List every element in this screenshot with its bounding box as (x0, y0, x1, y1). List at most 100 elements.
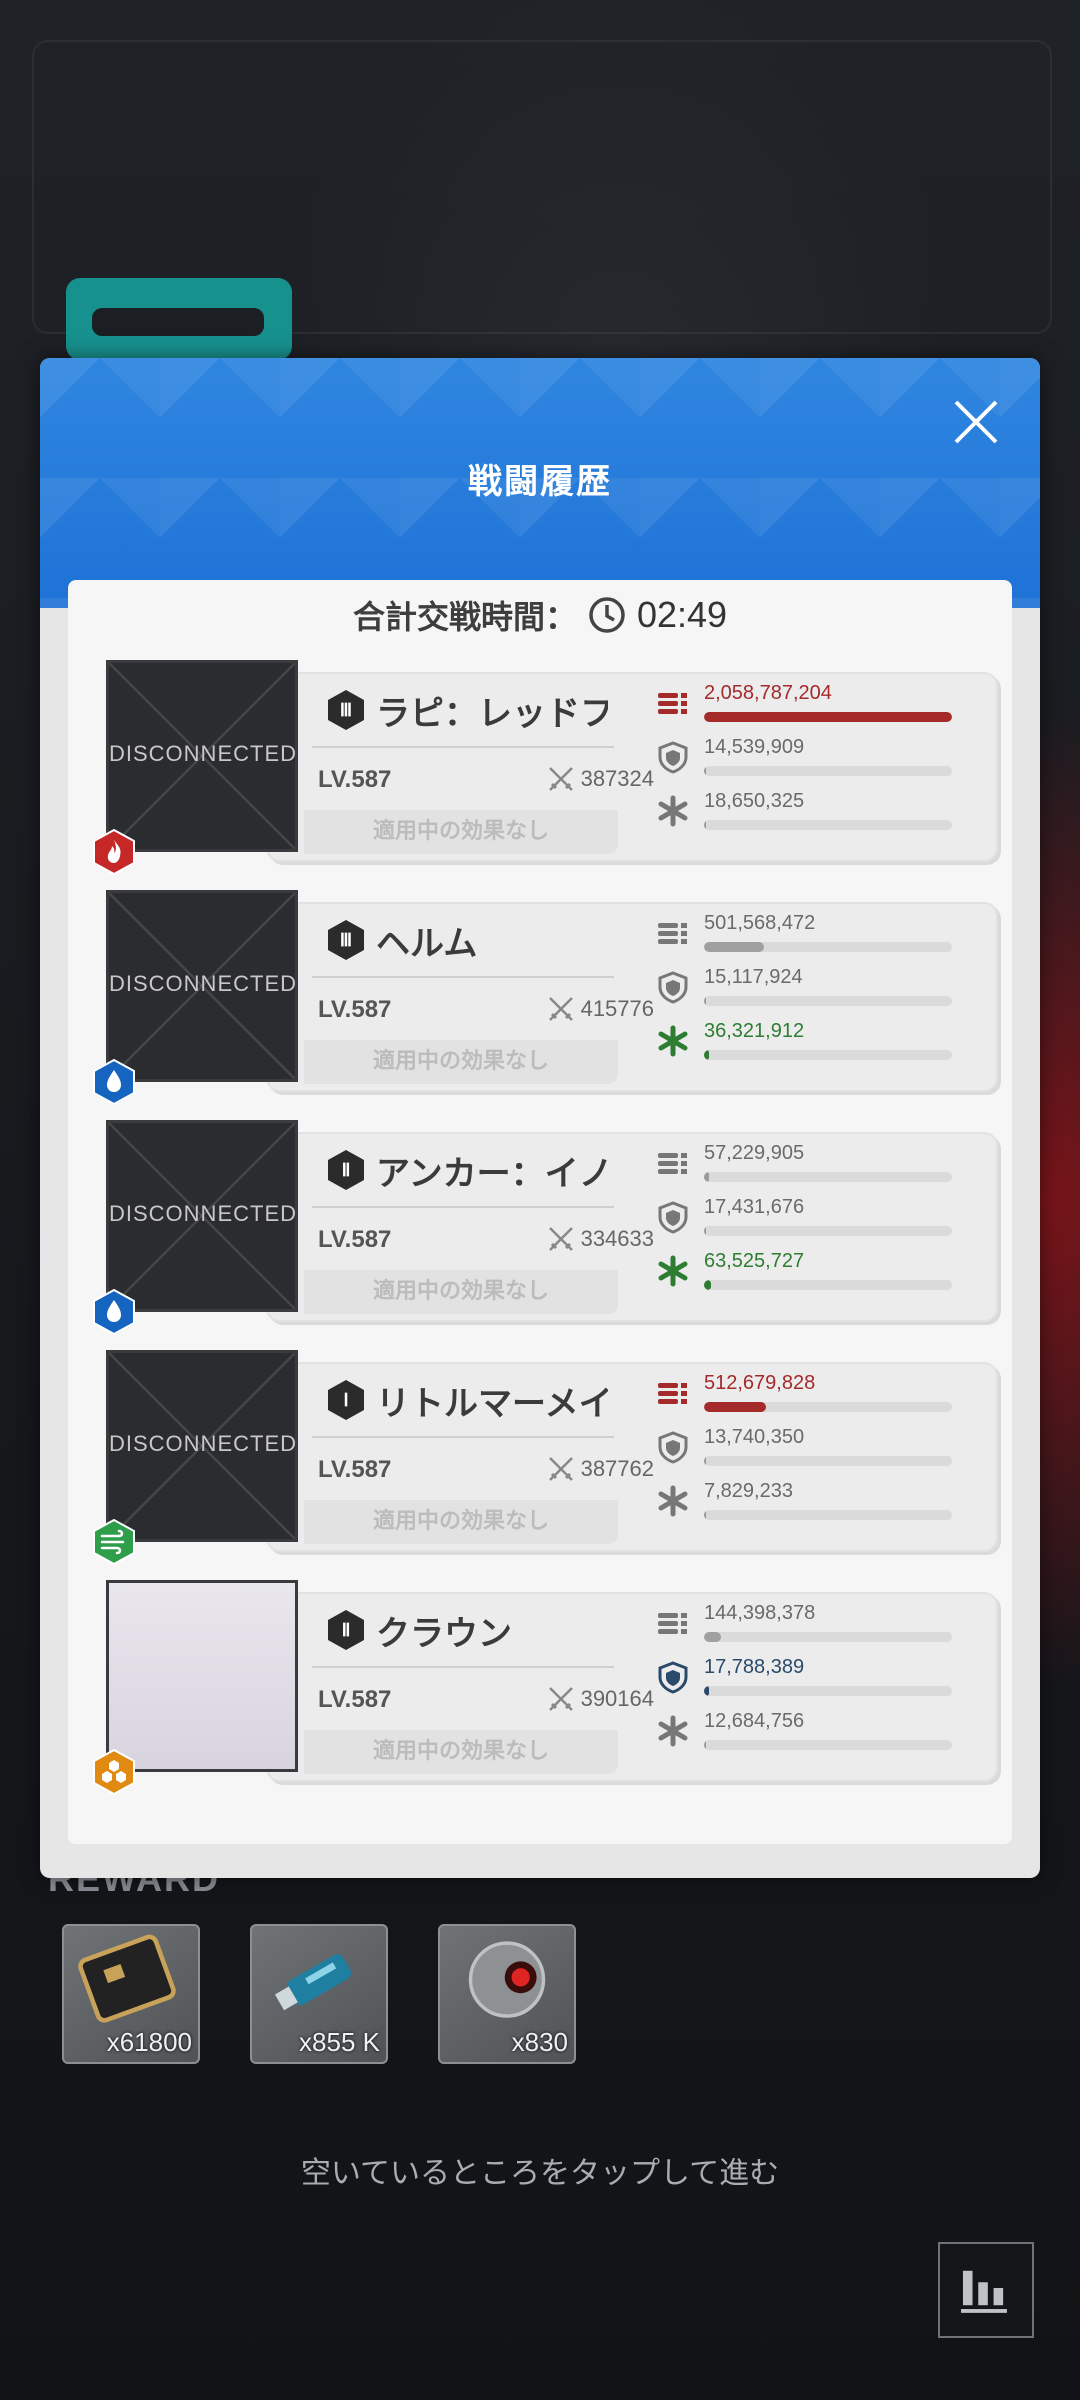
fire-element-icon (93, 828, 135, 876)
shield-icon (658, 1431, 688, 1464)
healing-bar (704, 1510, 952, 1520)
combat-power: 387324 (580, 766, 654, 791)
healing-stat: 18,650,325 (656, 790, 986, 836)
damage-stat: 512,679,828 (656, 1372, 986, 1418)
asterisk-icon (658, 1715, 688, 1747)
character-row-1[interactable]: DISCONNECTED Ⅲ ラピ：レッドフ LV.587 387324 適用中… (93, 660, 1002, 876)
usb-drive-icon (274, 1954, 351, 2011)
combat-power: 415776 (580, 996, 654, 1021)
damage-value: 512,679,828 (704, 1372, 816, 1394)
asterisk-icon (658, 1025, 688, 1057)
crossed-swords-icon (549, 1227, 573, 1251)
healing-value: 63,525,727 (704, 1250, 805, 1272)
reward-list: x61800 x855 K x830 (62, 1924, 576, 2064)
damage-stat: 144,398,378 (656, 1602, 986, 1648)
crossed-swords-icon (549, 767, 573, 791)
shield-icon (658, 741, 688, 774)
name-divider (312, 746, 614, 748)
healing-bar (704, 820, 952, 830)
effect-status: 適用中の効果なし (304, 1040, 618, 1084)
damage-value: 57,229,905 (704, 1142, 805, 1164)
burst-icon: Ⅲ (324, 918, 368, 962)
character-portrait (106, 1580, 298, 1772)
burst-icon: Ⅲ (324, 688, 368, 732)
effect-status: 適用中の効果なし (304, 1500, 618, 1544)
combat-power: 334633 (580, 1226, 654, 1251)
modal-header: 戦闘履歴 (40, 358, 1040, 608)
character-row-5[interactable]: Ⅱ クラウン LV.587 390164 適用中の効果なし 144,398,37… (93, 1580, 1002, 1796)
character-row-4[interactable]: DISCONNECTED Ⅰ リトルマーメイ LV.587 387762 適用中… (93, 1350, 1002, 1566)
character-level: LV.587 (318, 1226, 392, 1253)
character-level: LV.587 (318, 1686, 392, 1713)
damage-value: 501,568,472 (704, 912, 816, 934)
water-element-icon (93, 1058, 135, 1106)
reward-item-credit[interactable]: x61800 (62, 1924, 200, 2064)
character-level: LV.587 (318, 996, 392, 1023)
character-name: アンカー：イノ (376, 1154, 608, 1194)
healing-stat: 63,525,727 (656, 1250, 986, 1296)
stats-button[interactable] (938, 2242, 1034, 2338)
effect-status: 適用中の効果なし (304, 1730, 618, 1774)
close-icon[interactable] (948, 394, 1004, 450)
healing-stat: 7,829,233 (656, 1480, 986, 1526)
healing-bar (704, 1280, 952, 1290)
character-row-2[interactable]: DISCONNECTED Ⅲ ヘルム LV.587 415776 適用中の効果な… (93, 890, 1002, 1106)
battle-history-modal: 戦闘履歴 合計交戦時間： 02:49 DISCONNECTED Ⅲ ラピ：レッド… (40, 358, 1040, 1878)
bar-chart-icon (961, 2270, 1007, 2313)
tap-to-continue-hint[interactable]: 空いているところをタップして進む (0, 2148, 1080, 2192)
total-time-value: 02:49 (636, 594, 728, 635)
character-row-3[interactable]: DISCONNECTED Ⅱ アンカー：イノ LV.587 334633 適用中… (93, 1120, 1002, 1336)
asterisk-icon (658, 1485, 688, 1517)
total-time-label: 合計交戦時間： (352, 598, 577, 636)
damage-stat: 2,058,787,204 (656, 682, 986, 728)
burst-icon: Ⅱ (324, 1608, 368, 1652)
damage-taken-bar (704, 1226, 952, 1236)
damage-taken-value: 13,740,350 (704, 1426, 805, 1448)
healing-stat: 12,684,756 (656, 1710, 986, 1756)
character-portrait: DISCONNECTED (106, 1350, 298, 1542)
character-name: リトルマーメイ (376, 1384, 608, 1424)
character-level: LV.587 (318, 1456, 392, 1483)
burst-icon: Ⅰ (324, 1378, 368, 1422)
character-portrait: DISCONNECTED (106, 1120, 298, 1312)
healing-bar (704, 1050, 952, 1060)
damage-taken-stat: 13,740,350 (656, 1426, 986, 1472)
damage-bar (704, 712, 952, 722)
damage-value: 144,398,378 (704, 1602, 816, 1624)
reward-count: x830 (511, 2027, 568, 2057)
damage-taken-stat: 17,788,389 (656, 1656, 986, 1702)
damage-bar (704, 1632, 952, 1642)
shield-icon (658, 971, 688, 1004)
character-name: ヘルム (376, 924, 478, 964)
shield-icon (658, 1661, 688, 1694)
healing-value: 12,684,756 (704, 1710, 805, 1732)
damage-taken-stat: 15,117,924 (656, 966, 986, 1012)
damage-taken-bar (704, 1686, 952, 1696)
bullets-icon (658, 923, 687, 944)
damage-taken-value: 17,431,676 (704, 1196, 805, 1218)
character-level: LV.587 (318, 766, 392, 793)
damage-taken-bar (704, 1456, 952, 1466)
effect-status: 適用中の効果なし (304, 1270, 618, 1314)
crossed-swords-icon (549, 1687, 573, 1711)
reward-item-core[interactable]: x830 (438, 1924, 576, 2064)
iron-element-icon (93, 1748, 135, 1796)
damage-taken-bar (704, 766, 952, 776)
character-portrait: DISCONNECTED (106, 660, 298, 852)
disconnected-label: DISCONNECTED (109, 1431, 298, 1456)
asterisk-icon (658, 1255, 688, 1287)
asterisk-icon (658, 795, 688, 827)
name-divider (312, 1666, 614, 1668)
background-tab (66, 278, 292, 360)
damage-taken-value: 17,788,389 (704, 1656, 805, 1678)
character-name: クラウン (376, 1614, 512, 1654)
reward-item-usb[interactable]: x855 K (250, 1924, 388, 2064)
healing-value: 18,650,325 (704, 790, 805, 812)
battle-history-panel: 合計交戦時間： 02:49 DISCONNECTED Ⅲ ラピ：レッドフ LV.… (68, 580, 1012, 1844)
bullets-icon (658, 1613, 687, 1634)
healing-bar (704, 1740, 952, 1750)
healing-stat: 36,321,912 (656, 1020, 986, 1066)
character-portrait: DISCONNECTED (106, 890, 298, 1082)
burst-icon: Ⅱ (324, 1148, 368, 1192)
damage-stat: 57,229,905 (656, 1142, 986, 1188)
